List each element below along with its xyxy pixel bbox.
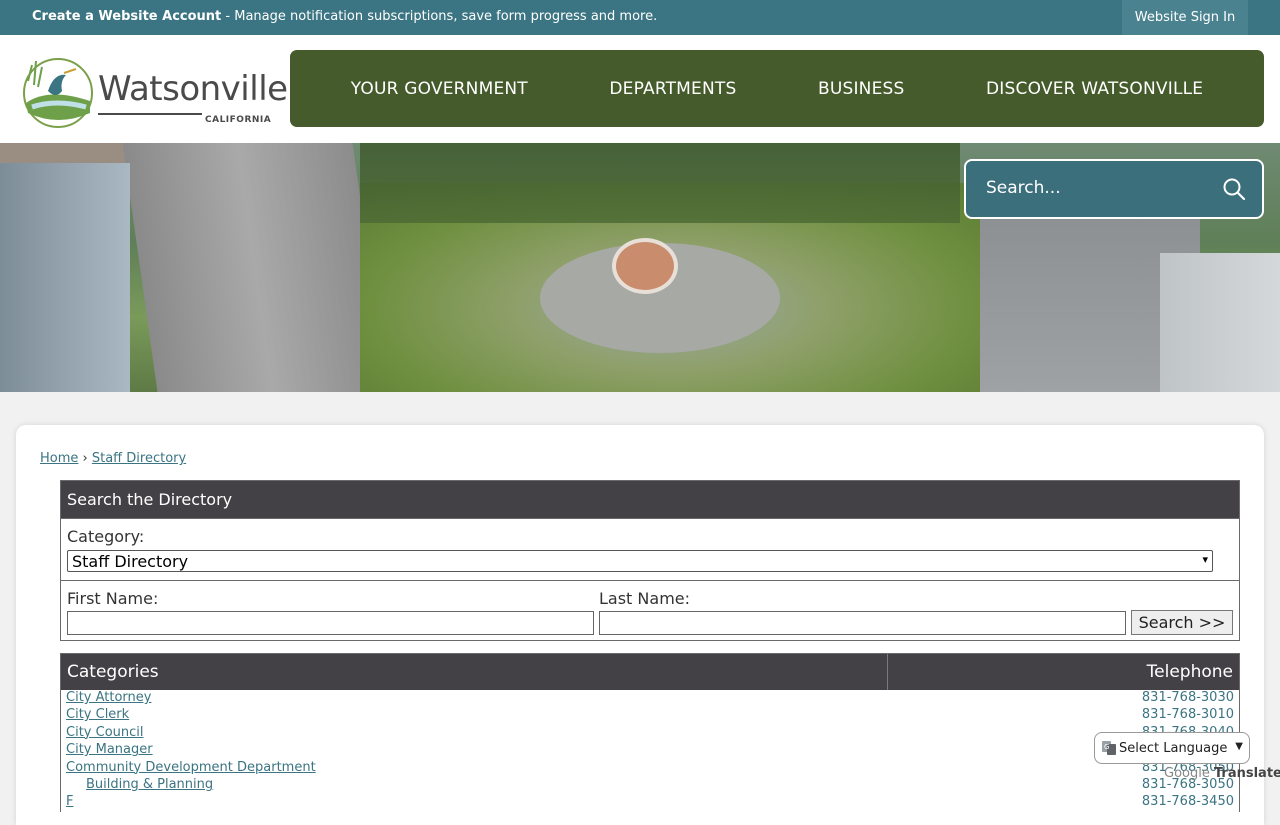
- hero-street: [122, 143, 388, 392]
- category-link[interactable]: F: [66, 794, 73, 809]
- site-header: Watsonville CALIFORNIA YOUR GOVERNMENT D…: [0, 35, 1280, 143]
- account-message: Create a Website Account - Manage notifi…: [32, 9, 657, 24]
- create-account-link[interactable]: Create a Website Account: [32, 9, 221, 24]
- translate-label: Translate: [1213, 766, 1280, 781]
- hero-building-left: [0, 163, 130, 392]
- table-row: Building & Planning 831-768-3050: [61, 777, 1239, 794]
- first-name-label: First Name:: [67, 589, 159, 608]
- column-divider: [887, 654, 888, 690]
- table-row: City Manager: [61, 742, 1239, 759]
- telephone-number: 831-768-3450: [1141, 794, 1234, 810]
- main-nav: YOUR GOVERNMENT DEPARTMENTS BUSINESS DIS…: [290, 50, 1264, 127]
- top-bar: Create a Website Account - Manage notifi…: [0, 0, 1280, 35]
- heron-logo-icon: [23, 58, 93, 128]
- category-link[interactable]: City Clerk: [66, 707, 129, 722]
- table-row: F 831-768-3450: [61, 794, 1239, 811]
- telephone-number: 831-768-3010: [1141, 707, 1234, 723]
- category-label: Category:: [67, 527, 145, 546]
- directory-search-panel: Search the Directory Category: Staff Dir…: [60, 480, 1240, 641]
- category-row: Category: Staff Directory ▾: [61, 518, 1239, 580]
- category-select[interactable]: Staff Directory ▾: [67, 550, 1213, 572]
- hero-banner: Search...: [0, 143, 1280, 392]
- table-header: Categories Telephone: [61, 654, 1239, 690]
- categories-column-header: Categories: [67, 662, 159, 682]
- category-link[interactable]: Community Development Department: [66, 760, 316, 775]
- category-link[interactable]: City Council: [66, 725, 144, 740]
- breadcrumb: Home › Staff Directory: [40, 451, 186, 466]
- powered-by-google-translate[interactable]: Google Translate: [1164, 766, 1280, 781]
- table-row: City Attorney 831-768-3030: [61, 690, 1239, 707]
- svg-text:G: G: [1104, 743, 1109, 751]
- google-logo-icon: Google: [1164, 766, 1210, 781]
- last-name-label: Last Name:: [599, 589, 691, 608]
- logo-wordmark: Watsonville: [98, 69, 288, 109]
- nav-discover-watsonville[interactable]: DISCOVER WATSONVILLE: [986, 79, 1203, 99]
- hero-trees: [360, 143, 960, 223]
- logo-rule: [98, 113, 202, 115]
- category-link[interactable]: City Attorney: [66, 690, 151, 705]
- site-logo[interactable]: Watsonville CALIFORNIA: [18, 51, 288, 129]
- breadcrumb-home[interactable]: Home: [40, 451, 78, 466]
- breadcrumb-separator: ›: [78, 451, 92, 466]
- main-content: Home › Staff Directory Search the Direct…: [16, 425, 1264, 825]
- breadcrumb-staff-directory[interactable]: Staff Directory: [92, 451, 186, 466]
- last-name-input[interactable]: [599, 611, 1126, 635]
- search-input[interactable]: Search...: [986, 178, 1061, 198]
- site-search[interactable]: Search...: [964, 159, 1264, 219]
- name-row: First Name: Last Name: Search >>: [61, 580, 1239, 640]
- account-message-text: - Manage notification subscriptions, sav…: [221, 9, 658, 24]
- nav-your-government[interactable]: YOUR GOVERNMENT: [351, 79, 528, 99]
- nav-departments[interactable]: DEPARTMENTS: [609, 79, 736, 99]
- telephone-column-header: Telephone: [1146, 662, 1233, 682]
- first-name-input[interactable]: [67, 611, 594, 635]
- language-select[interactable]: G Select Language ▼: [1094, 732, 1250, 764]
- search-icon[interactable]: [1222, 177, 1246, 201]
- search-button[interactable]: Search >>: [1131, 610, 1233, 635]
- directory-search-title: Search the Directory: [61, 481, 1239, 518]
- category-link[interactable]: City Manager: [66, 742, 153, 757]
- chevron-down-icon: ▾: [1202, 553, 1208, 566]
- language-select-label: Select Language: [1119, 741, 1228, 756]
- category-select-value: Staff Directory: [72, 552, 189, 571]
- table-row: City Council 831-768-3040: [61, 725, 1239, 742]
- sign-in-button[interactable]: Website Sign In: [1122, 0, 1248, 35]
- hero-building-right: [1160, 253, 1280, 392]
- table-row: City Clerk 831-768-3010: [61, 707, 1239, 724]
- hero-gazebo: [612, 238, 678, 294]
- categories-table: Categories Telephone City Attorney 831-7…: [60, 653, 1240, 812]
- google-translate-icon: G: [1102, 741, 1116, 755]
- nav-business[interactable]: BUSINESS: [818, 79, 905, 99]
- table-rows: City Attorney 831-768-3030 City Clerk 83…: [61, 690, 1239, 812]
- logo-subtitle: CALIFORNIA: [205, 115, 272, 125]
- telephone-number: 831-768-3030: [1141, 690, 1234, 705]
- subcategory-link[interactable]: Building & Planning: [86, 777, 213, 792]
- chevron-down-icon: ▼: [1235, 741, 1243, 752]
- table-row: Community Development Department 831-768…: [61, 760, 1239, 777]
